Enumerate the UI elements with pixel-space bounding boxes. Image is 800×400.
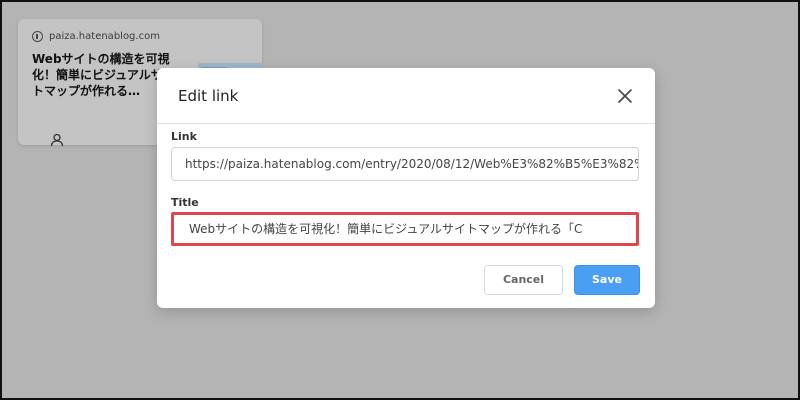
save-button[interactable]: Save: [574, 265, 640, 295]
title-label: Title: [171, 196, 199, 209]
person-icon: [50, 133, 64, 147]
link-label: Link: [171, 130, 197, 143]
card-domain-row: paiza.hatenablog.com: [32, 31, 160, 42]
close-icon[interactable]: [615, 86, 635, 106]
dialog-title: Edit link: [178, 87, 239, 105]
edit-link-dialog: Edit link Link https://paiza.hatenablog.…: [157, 68, 655, 308]
screen-frame: paiza.hatenablog.com Webサイトの構造を可視化！簡単にビジ…: [0, 0, 800, 400]
dialog-header: Edit link: [157, 68, 655, 124]
link-input[interactable]: https://paiza.hatenablog.com/entry/2020/…: [171, 147, 639, 181]
info-circle-icon: [32, 31, 43, 42]
card-domain: paiza.hatenablog.com: [49, 31, 160, 42]
cancel-button[interactable]: Cancel: [484, 265, 563, 295]
title-input[interactable]: Webサイトの構造を可視化！簡単にビジュアルサイトマップが作れる「C: [171, 212, 639, 246]
